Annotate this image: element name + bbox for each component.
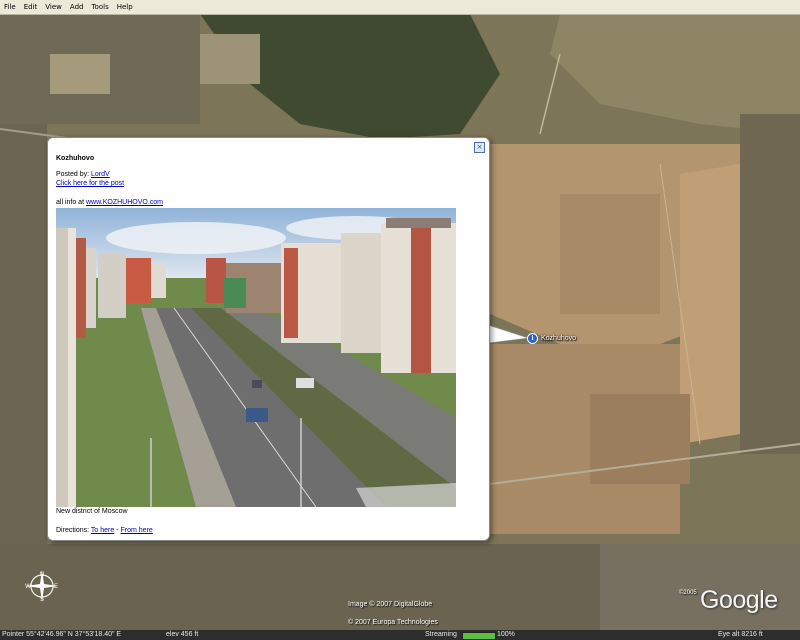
compass-rose-icon[interactable]: N E S W bbox=[24, 568, 60, 604]
placemark-label[interactable]: Kozhuhovo bbox=[541, 335, 576, 342]
menu-edit[interactable]: Edit bbox=[20, 0, 42, 14]
directions-label: Directions: bbox=[56, 527, 90, 534]
status-bar: Pointer 55°42'46.96" N 37°53'18.40" E el… bbox=[0, 630, 800, 640]
close-icon[interactable]: × bbox=[474, 142, 485, 153]
district-photo bbox=[56, 208, 456, 507]
menu-bar: File Edit View Add Tools Help bbox=[0, 0, 800, 15]
data-copyright: © 2007 Europa Technologies bbox=[348, 619, 438, 626]
author-link[interactable]: LordV bbox=[91, 171, 110, 178]
streaming-percent: 100% bbox=[497, 631, 515, 638]
compass-w: W bbox=[25, 584, 31, 590]
eye-altitude: Eye alt 8216 ft bbox=[718, 631, 763, 638]
info-label: all info at bbox=[56, 199, 85, 206]
balloon-pointer bbox=[488, 325, 529, 344]
pointer-coordinates: Pointer 55°42'46.96" N 37°53'18.40" E bbox=[2, 631, 122, 638]
compass-e: E bbox=[54, 584, 58, 590]
elevation-readout: elev 456 ft bbox=[166, 631, 199, 638]
website-link[interactable]: www.KOZHUHOVO.com bbox=[86, 199, 163, 206]
menu-tools[interactable]: Tools bbox=[87, 0, 112, 14]
directions-line: Directions: To here - From here bbox=[56, 527, 153, 534]
balloon-title: Kozhuhovo bbox=[56, 155, 95, 162]
google-logo: Google bbox=[700, 586, 778, 614]
directions-from-here-link[interactable]: From here bbox=[121, 527, 153, 534]
menu-add[interactable]: Add bbox=[66, 0, 88, 14]
compass-s: S bbox=[40, 597, 44, 603]
info-line: all info at www.KOZHUHOVO.com bbox=[56, 199, 163, 206]
menu-view[interactable]: View bbox=[41, 0, 66, 14]
posted-by-label: Posted by: bbox=[56, 171, 90, 178]
menu-help[interactable]: Help bbox=[113, 0, 137, 14]
directions-separator: - bbox=[116, 527, 119, 534]
directions-to-here-link[interactable]: To here bbox=[91, 527, 114, 534]
compass-n: N bbox=[40, 572, 44, 578]
imagery-copyright: Image © 2007 DigitalGlobe bbox=[348, 601, 433, 608]
post-link-line: Click here for the post bbox=[56, 180, 124, 187]
menu-file[interactable]: File bbox=[0, 0, 20, 14]
placemark-kozhuhovo[interactable]: i Kozhuhovo bbox=[527, 333, 576, 344]
streaming-progress-bar bbox=[462, 632, 496, 640]
logo-year: ©2005 bbox=[679, 590, 697, 596]
photo-caption: New district of Moscow bbox=[56, 508, 128, 515]
info-icon[interactable]: i bbox=[527, 333, 538, 344]
post-link[interactable]: Click here for the post bbox=[56, 180, 124, 187]
streaming-label: Streaming bbox=[425, 631, 457, 638]
placemark-info-balloon: × Kozhuhovo Posted by: LordV Click here … bbox=[47, 137, 490, 541]
posted-by-line: Posted by: LordV bbox=[56, 171, 110, 178]
